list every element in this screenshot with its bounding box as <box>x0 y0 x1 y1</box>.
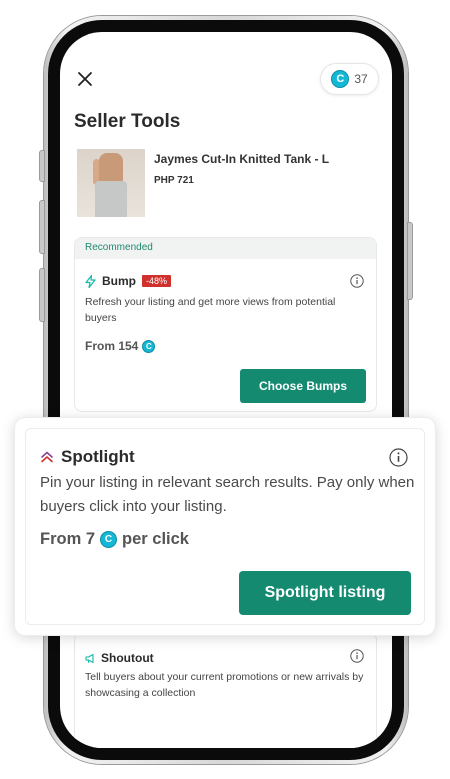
info-icon[interactable] <box>350 649 364 663</box>
close-button[interactable] <box>74 68 96 90</box>
shoutout-description: Tell buyers about your current promotion… <box>85 671 364 699</box>
spotlight-price-suffix: per click <box>122 530 189 548</box>
coin-icon: C <box>100 531 118 548</box>
lightning-bolt-icon <box>85 274 96 288</box>
info-icon[interactable] <box>389 448 408 467</box>
spotlight-description: Pin your listing in relevant search resu… <box>40 474 415 515</box>
phone-volume-up <box>39 200 45 254</box>
choose-bumps-button[interactable]: Choose Bumps <box>240 369 366 403</box>
page-title: Seller Tools <box>74 111 181 132</box>
bump-price: From 154 C <box>85 339 156 353</box>
spotlight-price-prefix: From 7 <box>40 530 96 548</box>
coin-icon: C <box>142 339 156 353</box>
bump-header: Bump -48% <box>85 274 172 288</box>
double-chevron-up-icon <box>41 451 53 463</box>
recommended-label: Recommended <box>75 238 376 259</box>
product-price: PHP 721 <box>154 175 194 186</box>
spotlight-header: Spotlight <box>40 447 135 467</box>
shoutout-card: Shoutout Tell buyers about your current … <box>74 632 377 748</box>
coin-balance-pill[interactable]: C 37 <box>320 63 379 95</box>
phone-power-button <box>407 222 413 300</box>
coin-icon: C <box>331 70 350 88</box>
spotlight-price: From 7 C per click <box>40 530 189 549</box>
shoutout-header: Shoutout <box>85 651 154 665</box>
phone-screen: C 37 Seller Tools Jaymes Cut-In Knitted … <box>60 32 392 748</box>
phone-volume-down <box>39 268 45 322</box>
shoutout-title: Shoutout <box>101 651 154 665</box>
close-icon <box>78 72 92 86</box>
bump-title: Bump <box>102 274 136 288</box>
spotlight-card-inner: Spotlight Pin your listing in relevant s… <box>25 428 425 625</box>
info-icon[interactable] <box>350 274 364 288</box>
phone-mute-switch <box>39 150 45 182</box>
megaphone-icon <box>85 653 94 663</box>
spotlight-listing-button[interactable]: Spotlight listing <box>239 571 411 615</box>
bump-description: Refresh your listing and get more views … <box>85 296 336 324</box>
discount-badge: -48% <box>142 275 172 287</box>
bump-price-text: From 154 <box>85 339 139 353</box>
bump-card: Recommended Bump -48% Refresh your listi… <box>74 237 377 412</box>
spotlight-card: Spotlight Pin your listing in relevant s… <box>15 418 435 635</box>
product-name: Jaymes Cut-In Knitted Tank - L <box>154 152 330 166</box>
coin-balance: 37 <box>354 72 368 86</box>
product-thumbnail <box>77 149 145 217</box>
spotlight-title: Spotlight <box>61 447 135 466</box>
